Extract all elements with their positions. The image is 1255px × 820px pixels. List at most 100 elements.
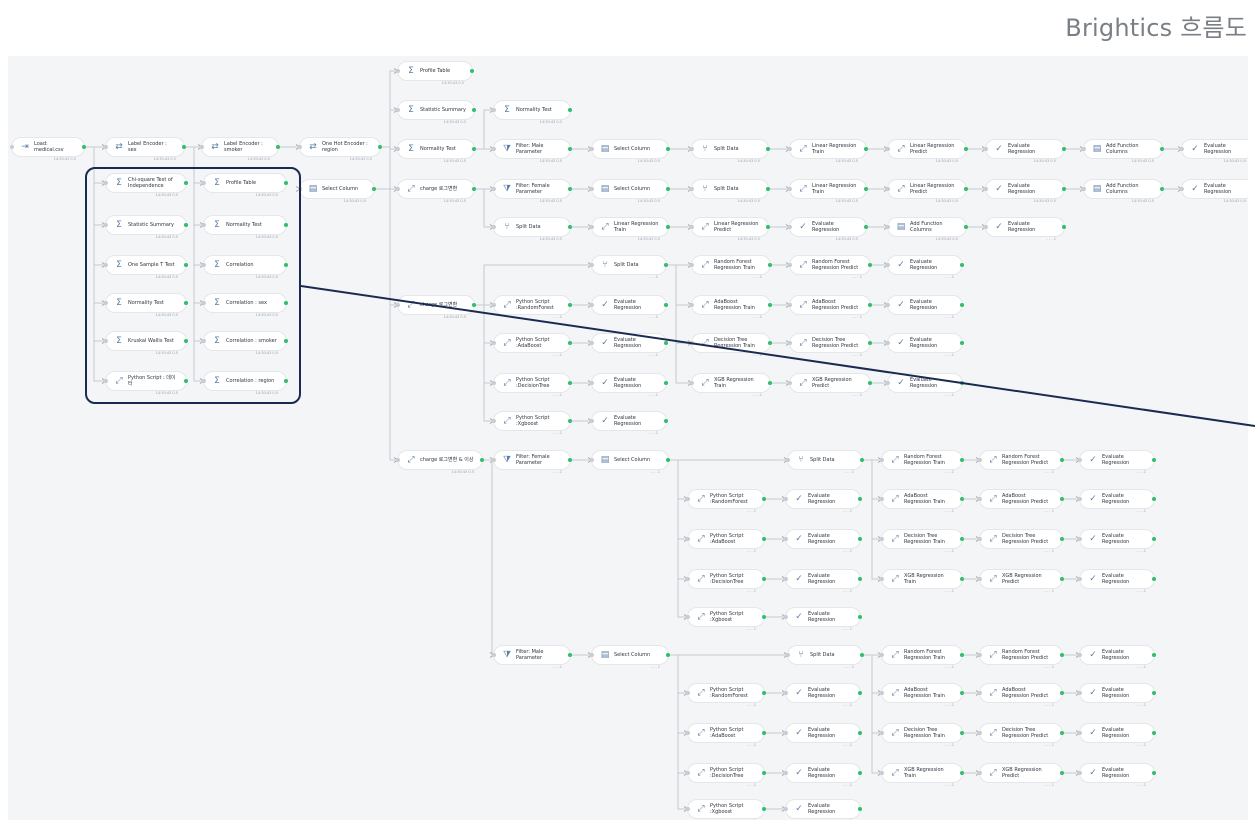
workflow-node[interactable]: ⤢ Random Forest Regression Predict - - - 1 [788,256,872,279]
input-port[interactable] [984,225,988,229]
input-port[interactable] [396,69,400,73]
output-port[interactable] [480,458,484,462]
output-port[interactable] [868,263,872,267]
output-port[interactable] [868,341,872,345]
output-port[interactable] [858,615,862,619]
input-port[interactable] [590,187,594,191]
input-port[interactable] [786,458,790,462]
input-port[interactable] [104,145,108,149]
input-port[interactable] [880,537,884,541]
output-port[interactable] [768,341,772,345]
workflow-node[interactable]: ⤢ Decision Tree Regression Predict - - - 1 [978,724,1064,747]
output-port[interactable] [276,145,280,149]
workflow-node[interactable]: ⤢ Python Script :RandomForest - - - 1 [492,296,572,319]
output-port[interactable] [960,771,964,775]
output-port[interactable] [766,187,770,191]
input-port[interactable] [784,537,788,541]
input-port[interactable] [492,108,496,112]
input-port[interactable] [880,653,884,657]
output-port[interactable] [960,691,964,695]
input-port[interactable] [886,341,890,345]
input-port[interactable] [788,187,792,191]
output-port[interactable] [768,303,772,307]
input-port[interactable] [886,263,890,267]
output-port[interactable] [1152,577,1156,581]
workflow-node[interactable]: ✓ Evaluate Regression - - - 1 [590,374,668,397]
input-port[interactable] [492,341,496,345]
output-port[interactable] [666,147,670,151]
output-port[interactable] [768,263,772,267]
workflow-node[interactable]: ✓ Evaluate Regression 14:30:43 0.5 [984,180,1066,203]
output-port[interactable] [960,303,964,307]
workflow-node[interactable]: ⤢ XGB Regression Train - - - 1 [880,570,964,593]
output-port[interactable] [864,225,868,229]
input-port[interactable] [788,303,792,307]
workflow-node[interactable]: ⤢ Linear Regression Train 14:30:43 0.5 [788,140,868,163]
workflow-node[interactable]: ✓ Evaluate Regression - - - 1 [1078,490,1156,513]
workflow-node[interactable]: ⤢ Python Script :DecisionTree - - - 1 [686,764,766,787]
output-port[interactable] [568,458,572,462]
workflow-node[interactable]: ✓ Evaluate Regression 14:30:43 0.5 [788,218,868,241]
output-port[interactable] [472,147,476,151]
workflow-node[interactable]: ✓ Evaluate Regression - - - 1 [1078,570,1156,593]
output-port[interactable] [964,225,968,229]
workflow-node[interactable]: ⤢ Python Script :RandomForest - - - 1 [686,490,766,513]
input-port[interactable] [690,147,694,151]
workflow-node[interactable]: ✓ Evaluate Regression - - - 1 [886,296,964,319]
output-port[interactable] [182,145,186,149]
output-port[interactable] [1152,497,1156,501]
workflow-node[interactable]: Σ Normality Test 14:30:43 0.5 [396,140,476,163]
workflow-node[interactable]: ▤ Select Column 14:30:43 0.5 [298,180,376,203]
input-port[interactable] [886,225,890,229]
output-port[interactable] [372,187,376,191]
workflow-node[interactable]: ⇥ Load: medical.csv 14:30:43 0.5 [10,138,86,161]
workflow-node[interactable]: ⤢Python Script :Xgboost- - - 1 [492,412,572,435]
output-port[interactable] [762,771,766,775]
input-port[interactable] [590,458,594,462]
workflow-node[interactable]: ⤢ AdaBoost Regression Train - - - 1 [880,490,964,513]
workflow-node[interactable]: ⤢ AdaBoost Regression Predict - - - 1 [978,490,1064,513]
input-port[interactable] [886,381,890,385]
input-port[interactable] [590,653,594,657]
workflow-node[interactable]: ⇄ One Hot Encoder : region 14:30:43 0.5 [298,138,382,161]
workflow-node[interactable]: ⤢Python Script :Xgboost- - - 1 [686,608,766,631]
output-port[interactable] [766,225,770,229]
output-port[interactable] [472,187,476,191]
input-port[interactable] [1180,187,1184,191]
output-port[interactable] [1152,771,1156,775]
input-port[interactable] [784,691,788,695]
workflow-node[interactable]: ✓ Evaluate Regression - - - 1 [886,256,964,279]
workflow-node[interactable]: ⤢ Random Forest Regression Train - - - 1 [880,646,964,669]
output-port[interactable] [960,577,964,581]
output-port[interactable] [1060,537,1064,541]
input-port[interactable] [396,147,400,151]
workflow-node[interactable]: ✓ Evaluate Regression - - - 1 [1078,764,1156,787]
workflow-node[interactable]: ⤢ Linear Regression Predict 14:30:43 0.5 [886,140,968,163]
workflow-node[interactable]: ⤢ Linear Regression Predict 14:30:43 0.5 [886,180,968,203]
output-port[interactable] [858,497,862,501]
output-port[interactable] [1152,458,1156,462]
output-port[interactable] [1062,187,1066,191]
output-port[interactable] [960,653,964,657]
input-port[interactable] [686,537,690,541]
input-port[interactable] [492,653,496,657]
input-port[interactable] [1082,187,1086,191]
input-port[interactable] [492,419,496,423]
input-port[interactable] [590,341,594,345]
input-port[interactable] [1078,537,1082,541]
workflow-node[interactable]: ⤢ Python Script :DecisionTree - - - 1 [492,374,572,397]
workflow-node[interactable]: ⤢ XGB Regression Train - - - 1 [690,374,772,397]
output-port[interactable] [1060,731,1064,735]
workflow-node[interactable]: ✓ Evaluate Regression 14:30:43 0.5 [984,140,1066,163]
output-port[interactable] [568,419,572,423]
output-port[interactable] [768,381,772,385]
input-port[interactable] [788,263,792,267]
input-port[interactable] [686,615,690,619]
workflow-node[interactable]: ⤢Python Script :Xgboost- - - 1 [686,800,766,820]
input-port[interactable] [686,807,690,811]
input-port[interactable] [590,263,594,267]
input-port[interactable] [590,147,594,151]
output-port[interactable] [762,537,766,541]
workflow-node[interactable]: ⤢ AdaBoost Regression Train - - - 1 [690,296,772,319]
output-port[interactable] [858,577,862,581]
